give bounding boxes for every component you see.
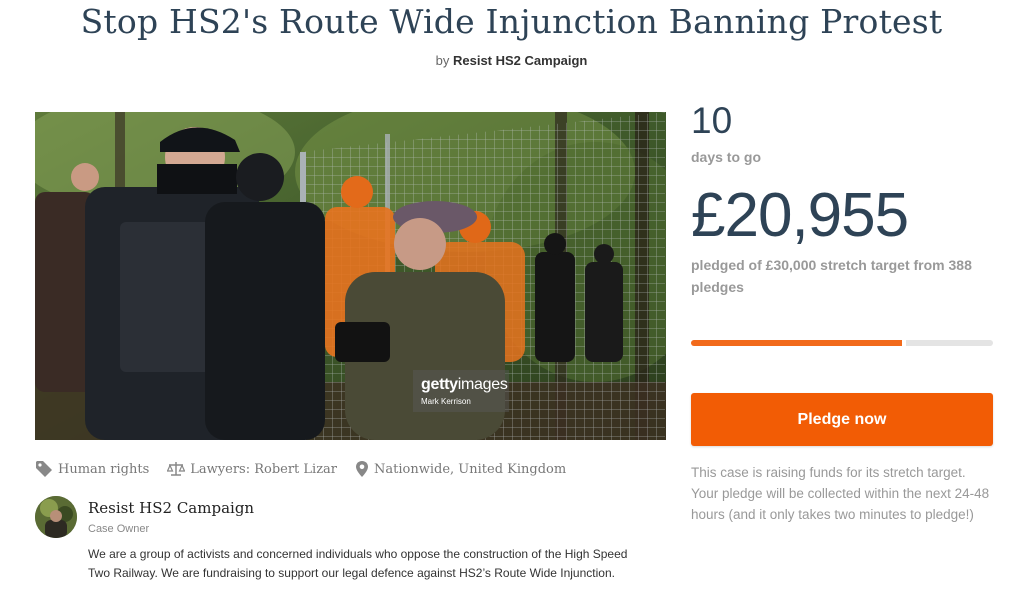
getty-logo-bold: getty [421, 376, 458, 393]
tag-icon [36, 461, 52, 477]
byline-prefix: by [435, 53, 450, 68]
meta-location[interactable]: Nationwide, United Kingdom [355, 460, 566, 478]
stretch-target-note: This case is raising funds for its stret… [691, 465, 990, 522]
meta-category[interactable]: Human rights [35, 460, 149, 478]
meta-location-label: Nationwide, United Kingdom [374, 461, 567, 477]
owner-name[interactable]: Resist HS2 Campaign [88, 499, 254, 517]
byline-owner-link[interactable]: Resist HS2 Campaign [453, 53, 587, 68]
days-left-label: days to go [691, 149, 762, 165]
pledge-now-button[interactable]: Pledge now [691, 393, 993, 446]
owner-role: Case Owner [88, 523, 150, 535]
owner-description: We are a group of activists and concerne… [88, 547, 628, 580]
scales-icon [167, 462, 186, 476]
amount-raised: £20,955 [691, 181, 909, 250]
byline: by Resist HS2 Campaign [0, 53, 1023, 68]
owner-avatar-image [35, 496, 77, 538]
case-meta: Human rights Lawyers: Robert Lizar Natio… [35, 456, 584, 482]
campaign-photo: gettyimages Mark Kerrison [35, 112, 666, 440]
getty-watermark: gettyimages Mark Kerrison [413, 370, 509, 412]
owner-avatar[interactable] [35, 496, 77, 538]
location-pin-icon [356, 461, 369, 477]
pledged-summary: pledged of £30,000 stretch target from 3… [691, 257, 972, 295]
meta-category-label: Human rights [58, 461, 150, 477]
funding-progress-gap [902, 340, 907, 346]
page-title: Stop HS2's Route Wide Injunction Banning… [80, 2, 943, 41]
meta-lawyers[interactable]: Lawyers: Robert Lizar [167, 461, 337, 477]
funding-progress-fill [691, 340, 903, 346]
days-left-number: 10 [691, 100, 733, 141]
funding-progress-bar [691, 340, 993, 346]
getty-logo-light: images [457, 376, 508, 393]
photo-credit: Mark Kerrison [421, 397, 471, 406]
meta-lawyers-label: Lawyers: Robert Lizar [190, 461, 338, 477]
campaign-photo-illustration [35, 112, 666, 440]
